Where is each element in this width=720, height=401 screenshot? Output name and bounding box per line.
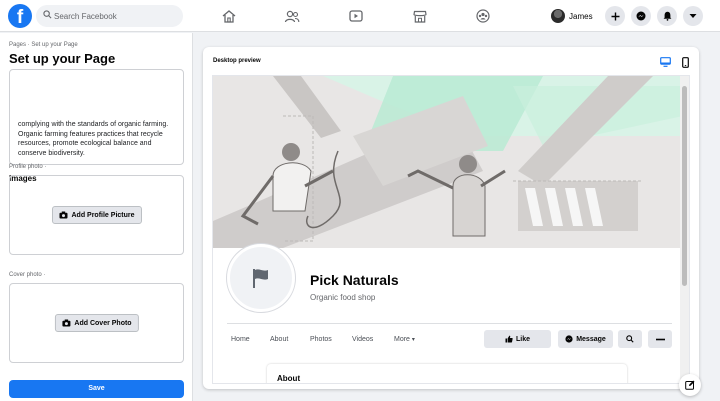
breadcrumb[interactable]: Pages · Set up your Page [9, 42, 78, 48]
messenger-icon [565, 335, 573, 343]
tab-home[interactable]: Home [231, 336, 250, 343]
camera-icon [58, 211, 67, 219]
cover-photo-dropzone[interactable]: Add Cover Photo [9, 283, 184, 363]
page-profile-picture [227, 244, 295, 312]
notifications-icon[interactable] [657, 6, 677, 26]
top-navigation-bar: f James [0, 0, 720, 32]
setup-sidebar: Pages · Set up your Page Set up your Pag… [0, 33, 193, 401]
preview-label: Desktop preview [213, 58, 261, 64]
tab-photos[interactable]: Photos [310, 336, 332, 343]
groups-icon[interactable] [473, 7, 493, 25]
home-icon[interactable] [219, 7, 239, 25]
tab-videos[interactable]: Videos [352, 336, 373, 343]
search-icon [43, 10, 52, 19]
friends-icon[interactable] [282, 7, 302, 25]
search-icon [626, 335, 634, 343]
page-category: Organic food shop [310, 293, 376, 302]
desktop-icon[interactable] [658, 55, 672, 69]
marketplace-icon[interactable] [410, 7, 430, 25]
camera-icon [61, 319, 70, 327]
more-caret-icon: ▾ [411, 337, 415, 343]
avatar [551, 9, 565, 23]
more-options-button[interactable] [648, 330, 672, 348]
about-card: About [267, 364, 627, 383]
preview-scrollbar[interactable] [680, 76, 689, 383]
profile-chip[interactable]: James [551, 6, 593, 26]
profile-photo-label: Profile photo · [9, 164, 47, 170]
profile-photo-dropzone[interactable]: Add Profile Picture [9, 175, 184, 255]
page-title: Set up your Page [9, 51, 116, 66]
add-profile-picture-button[interactable]: Add Profile Picture [51, 206, 142, 224]
facebook-logo[interactable]: f [8, 4, 32, 28]
mobile-icon[interactable] [678, 55, 692, 69]
add-cover-photo-label: Add Cover Photo [74, 319, 132, 327]
page-search-button[interactable] [618, 330, 642, 348]
account-menu-chevron-down-icon[interactable] [683, 6, 703, 26]
profile-name: James [569, 11, 593, 21]
plus-icon[interactable] [605, 6, 625, 26]
cover-photo-label: Cover photo · [9, 272, 46, 278]
cover-illustration [213, 76, 683, 248]
description-text: complying with the standards of organic … [18, 121, 169, 157]
desktop-preview-card: Desktop preview Pick Naturals Organic fo… [203, 47, 699, 389]
flag-icon [253, 269, 268, 288]
like-label: Like [515, 335, 530, 343]
page-preview-frame: Pick Naturals Organic food shop Home Abo… [212, 75, 690, 384]
message-button[interactable]: Message [558, 330, 613, 348]
scrollbar-thumb[interactable] [682, 86, 687, 286]
watch-icon[interactable] [346, 7, 366, 25]
add-cover-photo-button[interactable]: Add Cover Photo [54, 314, 139, 332]
search-input[interactable] [54, 5, 178, 27]
messenger-icon[interactable] [631, 6, 651, 26]
add-profile-picture-label: Add Profile Picture [71, 211, 135, 219]
cover-photo [213, 76, 683, 248]
tab-about[interactable]: About [270, 336, 288, 343]
more-horizontal-icon [655, 338, 665, 340]
about-heading: About [277, 374, 301, 383]
message-label: Message [576, 335, 606, 343]
thumbs-up-icon [505, 335, 513, 343]
edit-icon[interactable] [679, 374, 701, 396]
save-button[interactable]: Save [9, 380, 184, 398]
search-box[interactable] [36, 5, 183, 27]
tab-more-label: More [394, 336, 410, 343]
tab-more[interactable]: More ▾ [394, 336, 415, 343]
tabs-divider [227, 323, 672, 324]
description-textarea[interactable]: complying with the standards of organic … [9, 69, 184, 165]
page-name: Pick Naturals [310, 272, 399, 288]
like-button[interactable]: Like [484, 330, 551, 348]
